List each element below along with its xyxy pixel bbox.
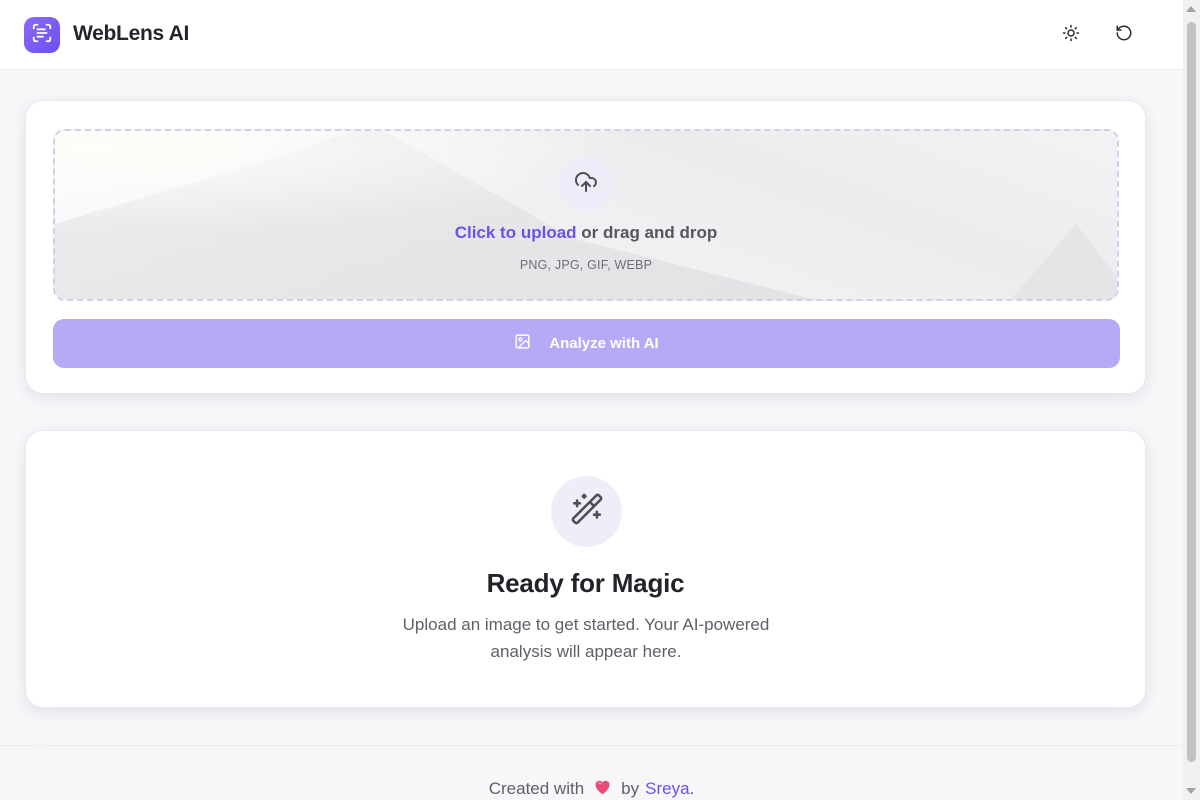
logo: [24, 17, 60, 53]
upload-dropzone[interactable]: Click to upload or drag and drop PNG, JP…: [53, 129, 1119, 301]
app-header: WebLens AI: [0, 0, 1183, 70]
upload-card: Click to upload or drag and drop PNG, JP…: [25, 100, 1146, 394]
sun-icon: [1062, 24, 1080, 47]
supported-formats: PNG, JPG, GIF, WEBP: [519, 258, 653, 272]
magic-wand-icon: [570, 492, 604, 531]
result-card: Ready for Magic Upload an image to get s…: [25, 430, 1146, 708]
click-to-upload-link[interactable]: Click to upload: [455, 223, 577, 242]
footer-suffix: .: [689, 779, 695, 798]
empty-state-title: Ready for Magic: [486, 568, 685, 598]
scroll-down-arrow[interactable]: [1186, 788, 1196, 794]
app-footer: Created with by Sreya.: [0, 745, 1183, 800]
footer-prefix: Created with: [488, 779, 585, 798]
empty-state-description: Upload an image to get started. Your AI-…: [402, 615, 770, 661]
cloud-upload-icon: [574, 170, 598, 199]
drag-and-drop-text: or drag and drop: [576, 223, 718, 242]
footer-credit: Created with by Sreya.: [0, 778, 1183, 800]
dropzone-instruction: Click to upload or drag and drop: [55, 223, 1117, 243]
scan-text-icon: [31, 22, 53, 49]
reset-button[interactable]: [1109, 20, 1139, 50]
scroll-thumb[interactable]: [1187, 22, 1196, 762]
analyze-button-label: Analyze with AI: [549, 335, 659, 352]
scroll-up-arrow[interactable]: [1186, 6, 1196, 12]
footer-by: by: [621, 779, 640, 798]
magic-icon-circle: [551, 476, 622, 547]
upload-icon-circle: [559, 157, 613, 211]
theme-toggle-button[interactable]: [1056, 20, 1086, 50]
app-title: WebLens AI: [73, 22, 190, 45]
page-scrollbar[interactable]: [1183, 0, 1200, 800]
rotate-ccw-icon: [1115, 24, 1133, 47]
analyze-button[interactable]: Analyze with AI: [53, 319, 1120, 368]
image-icon: [514, 333, 531, 354]
author-link[interactable]: Sreya: [645, 779, 689, 799]
heart-icon: [593, 778, 612, 800]
